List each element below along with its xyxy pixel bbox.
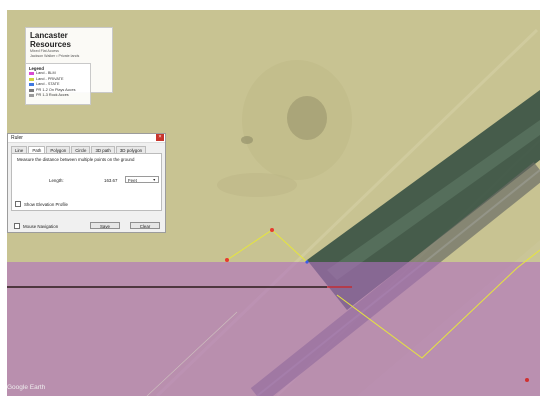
- unit-select-value: Feet: [128, 178, 137, 183]
- close-icon[interactable]: ×: [156, 134, 164, 141]
- map-title: Lancaster Resources: [30, 31, 71, 49]
- legend-swatch-icon: [29, 94, 34, 98]
- legend-swatch-icon: [29, 88, 34, 92]
- mouse-navigation-row[interactable]: Mouse Navigation: [14, 223, 58, 229]
- save-button[interactable]: Save: [90, 222, 120, 229]
- legend-swatch-icon: [29, 72, 34, 76]
- length-value: 163.67: [104, 178, 118, 183]
- unit-select[interactable]: Feet ▼: [125, 176, 159, 183]
- ruler-title: Ruler: [11, 135, 23, 141]
- map-legend: Legend Land - BLM Land - PRIVATE Land - …: [25, 63, 91, 105]
- chevron-down-icon: ▼: [152, 178, 156, 182]
- legend-item-label: PR 1-3 Rock Acces: [36, 93, 69, 97]
- app-window: Google Earth Lancaster Resources Mixed F…: [0, 0, 540, 396]
- show-elevation-checkbox[interactable]: [15, 201, 21, 207]
- legend-item: PR 1-3 Rock Acces: [29, 93, 87, 99]
- ruler-description: Measure the distance between multiple po…: [17, 157, 135, 162]
- ruler-pane: Measure the distance between multiple po…: [11, 153, 162, 211]
- show-elevation-label: Show Elevation Profile: [24, 201, 68, 207]
- length-label: Length:: [49, 178, 64, 183]
- ruler-titlebar[interactable]: Ruler ×: [8, 134, 165, 143]
- ruler-dialog: Ruler × Line Path Polygon Circle 3D path…: [7, 133, 166, 233]
- legend-swatch-icon: [29, 77, 34, 81]
- show-elevation-row[interactable]: Show Elevation Profile: [15, 201, 68, 207]
- mouse-navigation-label: Mouse Navigation: [23, 223, 59, 229]
- map-subtitle-2: Jackson Walker • Private lands: [30, 53, 80, 58]
- mouse-navigation-checkbox[interactable]: [14, 223, 20, 229]
- clear-button[interactable]: Clear: [130, 222, 160, 229]
- legend-swatch-icon: [29, 83, 34, 87]
- google-earth-watermark: Google Earth: [7, 384, 46, 391]
